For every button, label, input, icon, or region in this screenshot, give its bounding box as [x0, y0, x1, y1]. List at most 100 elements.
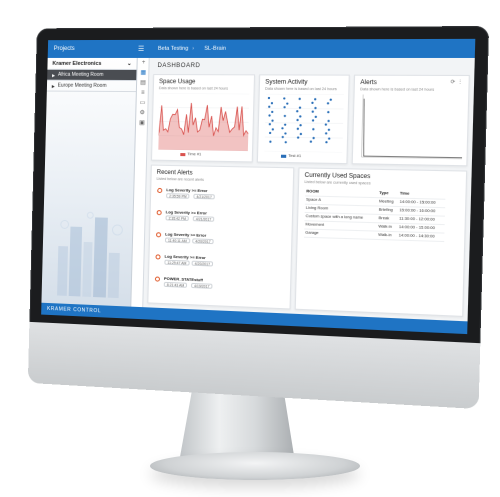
list-icon[interactable]: ≡ — [137, 88, 149, 98]
alert-date: 4/20/2017 — [191, 260, 214, 267]
activity-point — [296, 127, 300, 130]
table-cell: Walk-in — [376, 230, 398, 240]
activity-point — [268, 131, 272, 135]
activity-point — [299, 115, 302, 118]
alert-item[interactable]: Log Severity >= Error 11:29:47 AM 4/20/201… — [155, 252, 288, 271]
sidebar: Kramer Electronics ⌄ ▶ Africa Meeting Ro… — [41, 57, 138, 319]
card-subtitle: Data shown here is based on last 24 hour… — [264, 86, 337, 92]
alerts-card: Alerts Data shown here is based on last … — [351, 74, 470, 167]
activity-point — [281, 127, 284, 130]
activity-point — [314, 115, 317, 119]
usage-area — [158, 102, 250, 152]
alert-time: 8:21:43 AM — [163, 281, 188, 288]
activity-point — [324, 123, 328, 126]
alert-list: Log Severity >= Error 2:35:59 PM 4/21/2017… — [152, 166, 293, 289]
activity-point — [299, 124, 302, 127]
alert-item[interactable]: Log Severity >= Error 2:35:42 PM 4/21/2017 — [156, 208, 290, 226]
org-name: Kramer Electronics — [52, 60, 102, 67]
alert-item[interactable]: Log Severity >= Error 2:35:59 PM 4/21/2017 — [157, 186, 291, 203]
activity-point — [271, 128, 274, 131]
sidebar-item-room-2[interactable]: ▶ Europe Meeting Room — [46, 80, 137, 93]
card-subtitle: Listed below are currently used spaces — [304, 179, 371, 186]
activity-point — [269, 140, 272, 143]
activity-point — [296, 110, 299, 113]
card-title: Alerts — [360, 79, 377, 87]
scene: Projects ☰ Beta Testing › SL-Brain Krame… — [0, 0, 500, 497]
gridline — [265, 137, 343, 138]
card-title: System Activity — [265, 79, 308, 86]
y-axis — [362, 95, 364, 158]
breadcrumb-separator-icon: › — [192, 45, 195, 52]
gridline — [160, 93, 250, 94]
alert-time: 2:35:42 PM — [165, 215, 190, 222]
settings-icon[interactable]: ⚙ — [136, 108, 148, 118]
alert-item[interactable]: POWER_STATEstuff 8:21:43 AM 4/19/2017 — [154, 274, 288, 293]
activity-point — [268, 105, 271, 108]
refresh-icon[interactable]: ⟳ — [450, 79, 455, 85]
alert-time: 2:35:59 PM — [166, 193, 190, 199]
alert-title: Log Severity >= Error — [166, 187, 208, 194]
chevron-down-icon[interactable]: ⌄ — [127, 60, 132, 66]
sidebar-item-label: Africa Meeting Room — [57, 71, 104, 78]
activity-point — [298, 97, 301, 100]
document-icon[interactable]: ▤ — [137, 78, 149, 88]
activity-point — [324, 132, 328, 135]
card-title: Currently Used Spaces — [304, 172, 371, 181]
page-title: DASHBOARD — [157, 62, 201, 70]
activity-point — [312, 136, 315, 140]
more-options-icon[interactable]: ⋮ — [457, 79, 463, 85]
card-subtitle: Data shown here is based on last 24 hour… — [158, 86, 229, 91]
card-title: Recent Alerts — [156, 169, 193, 177]
gridline — [264, 151, 342, 152]
alert-date: 4/20/2017 — [192, 238, 214, 245]
activity-point — [296, 136, 300, 139]
gridline — [265, 123, 343, 124]
sidebar-item-room-1[interactable]: ▶ Africa Meeting Room — [47, 69, 137, 82]
card-title: Space Usage — [158, 79, 196, 86]
brand-logo-text: KRAMER CONTROL — [46, 305, 102, 315]
recent-alerts-card: Recent Alerts Listed below are recent al… — [147, 164, 295, 310]
activity-point — [326, 102, 330, 105]
activity-point — [283, 123, 287, 126]
activity-point — [268, 123, 272, 126]
legend-swatch — [180, 152, 186, 156]
gridline — [266, 108, 344, 109]
gridline — [159, 107, 249, 108]
monitor: Projects ☰ Beta Testing › SL-Brain Krame… — [27, 26, 490, 410]
main-content: DASHBOARD Space Usage Data shown here is… — [143, 58, 475, 321]
activity-point — [284, 141, 287, 144]
card-subtitle: Listed below are recent alerts — [156, 176, 205, 182]
activity-point — [286, 102, 289, 105]
activity-point — [325, 141, 328, 144]
card-subtitle: Data shown here is based on last 24 hour… — [360, 87, 435, 92]
activity-point — [312, 128, 315, 131]
alert-status-icon — [156, 232, 162, 238]
alert-status-icon — [157, 187, 163, 194]
add-icon[interactable]: + — [137, 58, 149, 68]
monitor-icon[interactable]: ▣ — [136, 118, 148, 128]
triangle-icon: ▶ — [51, 83, 55, 89]
used-spaces-table: ROOM Type Time Space A Meeting 14:00:00 - 15:… — [304, 187, 446, 242]
sidebar-item-label: Europe Meeting Room — [57, 82, 107, 89]
chart-legend: Time #1 — [180, 152, 201, 156]
activity-point — [271, 110, 274, 114]
breadcrumb-item-2[interactable]: SL-Brain — [204, 46, 226, 52]
activity-point — [271, 119, 274, 122]
activity-point — [267, 96, 271, 100]
alert-status-icon — [154, 276, 161, 282]
activity-point — [296, 118, 299, 122]
activity-point — [283, 114, 287, 118]
breadcrumb-item-1[interactable]: Beta Testing — [158, 46, 189, 52]
alert-item[interactable]: Log Severity >= Error 11:40:11 AM 4/20/201… — [156, 230, 290, 248]
alert-date: 4/19/2017 — [190, 282, 213, 289]
dashboard-icon[interactable]: ▦ — [137, 68, 149, 78]
sidebar-org-header[interactable]: Kramer Electronics ⌄ — [47, 57, 137, 70]
activity-point — [311, 119, 315, 122]
hamburger-menu-icon[interactable]: ☰ — [138, 45, 152, 53]
activity-point — [314, 98, 317, 101]
activity-point — [311, 110, 314, 113]
activity-point — [309, 140, 313, 143]
legend-label: Test #1 — [288, 153, 302, 159]
city-skyline-illustration — [57, 206, 123, 299]
device-icon[interactable]: ▭ — [136, 98, 148, 108]
